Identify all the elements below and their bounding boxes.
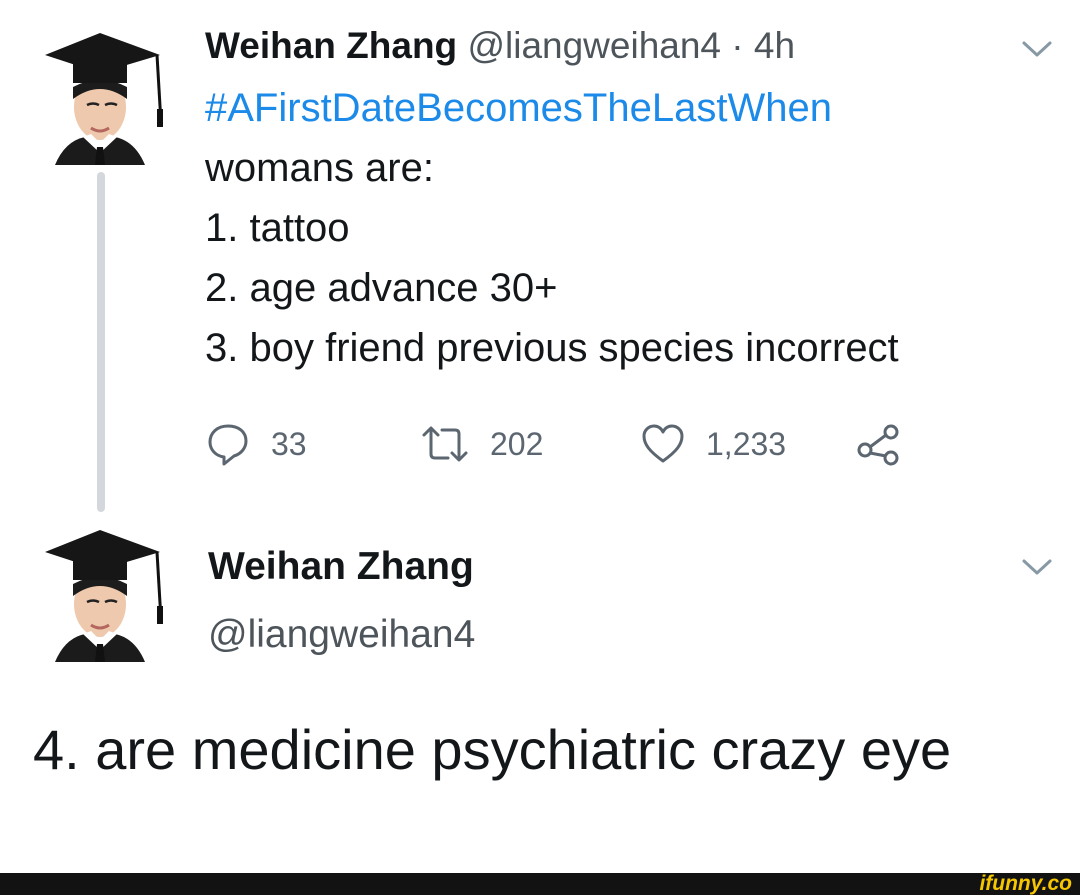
tweet-header: Weihan Zhang @liangweihan4 · 4h (205, 22, 795, 70)
chevron-down-icon[interactable] (1020, 556, 1054, 578)
tweet-body: 4. are medicine psychiatric crazy eye (33, 718, 952, 781)
thread-line (97, 172, 105, 512)
like-count: 1,233 (706, 425, 787, 462)
footer-bar: ifunny.co (0, 873, 1080, 895)
reply-button[interactable]: 33 (205, 420, 307, 468)
author-name[interactable]: Weihan Zhang (205, 25, 457, 66)
reply-count: 33 (271, 425, 307, 462)
avatar[interactable] (35, 25, 165, 165)
retweet-count: 202 (490, 425, 544, 462)
author-handle[interactable]: @liangweihan4 (467, 25, 721, 66)
share-icon (857, 424, 899, 466)
tweet-line: 2. age advance 30+ (205, 266, 558, 310)
watermark: ifunny.co (979, 872, 1072, 895)
tweet-line: 3. boy friend previous species incorrect (205, 326, 899, 370)
chevron-down-icon[interactable] (1020, 38, 1054, 60)
tweet-line: 1. tattoo (205, 206, 350, 250)
hashtag-link[interactable]: #AFirstDateBecomesTheLastWhen (205, 78, 899, 138)
reply-icon (208, 424, 248, 466)
share-button[interactable] (855, 420, 905, 468)
author-name[interactable]: Weihan Zhang (208, 542, 474, 592)
like-button[interactable]: 1,233 (640, 420, 786, 468)
tweet-body: #AFirstDateBecomesTheLastWhen womans are… (205, 78, 899, 378)
tweet-line: womans are: (205, 146, 434, 190)
like-icon (642, 424, 684, 463)
author-handle[interactable]: @liangweihan4 (208, 610, 475, 660)
retweet-button[interactable]: 202 (420, 420, 543, 468)
retweet-icon (422, 426, 468, 462)
avatar[interactable] (35, 522, 165, 662)
tweet-time[interactable]: · 4h (731, 25, 795, 66)
